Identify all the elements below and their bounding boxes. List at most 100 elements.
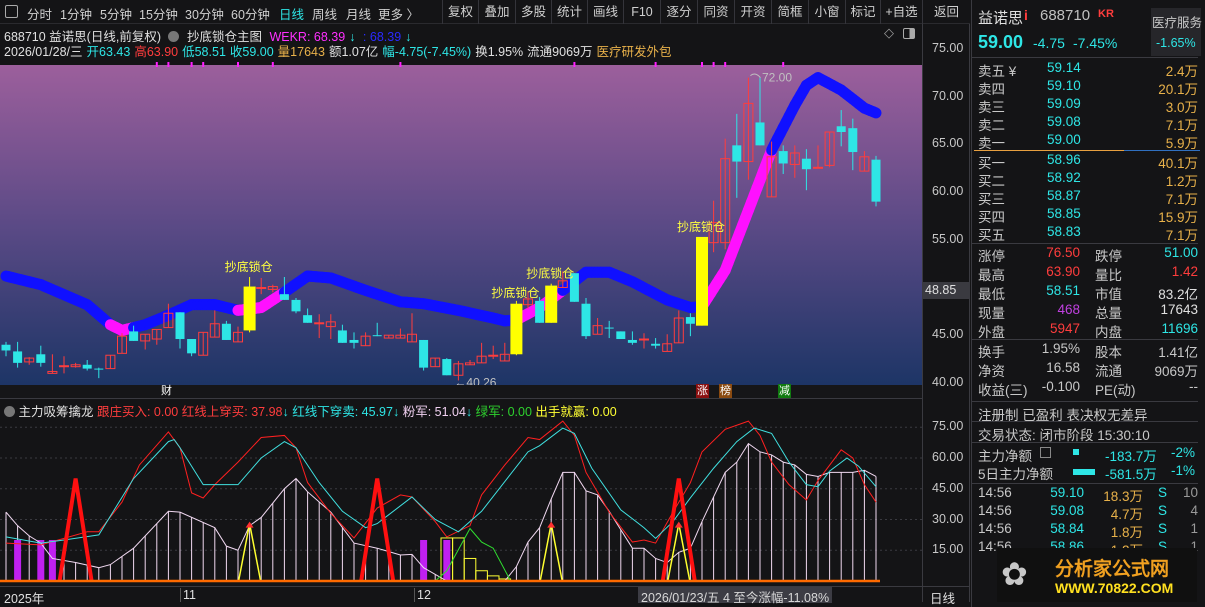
- info-icon[interactable]: i: [1024, 7, 1028, 23]
- toolbar-button[interactable]: 小窗: [808, 0, 845, 24]
- toolbar-button[interactable]: 画线: [587, 0, 623, 24]
- top-marker: [782, 62, 785, 67]
- purple-bar: [14, 540, 22, 581]
- flow5-pct: -1%: [1171, 463, 1196, 478]
- top-marker: [155, 62, 158, 67]
- sector-tag[interactable]: 医疗研发外包: [596, 45, 671, 59]
- period-30min[interactable]: 30分钟: [185, 4, 224, 23]
- candle-body: [488, 354, 499, 357]
- ask-volume: 7.1万: [1165, 118, 1198, 133]
- toolbar-button[interactable]: 简框: [771, 0, 808, 24]
- toolbar-button[interactable]: F10: [623, 0, 660, 24]
- indicator-chart[interactable]: [0, 416, 922, 586]
- turnover-value: 换1.95%: [475, 45, 524, 59]
- sidebar-toggle-icon[interactable]: [5, 5, 18, 18]
- top-marker: [237, 62, 239, 67]
- indicator-axis-label: 60.00: [932, 450, 964, 464]
- period-label[interactable]: 日线: [930, 588, 955, 607]
- tick-side: S: [1158, 521, 1168, 536]
- toolbar-button[interactable]: 复权: [442, 0, 478, 24]
- divider: [974, 150, 1124, 151]
- candle-body: [871, 159, 881, 202]
- yellow-step: [452, 537, 465, 582]
- candle-body: [36, 354, 46, 363]
- toolbar-button[interactable]: 叠加: [478, 0, 515, 24]
- signal-label: 抄底锁仓: [491, 285, 539, 300]
- bid-row[interactable]: 买三 58.87 7.1万: [972, 188, 1198, 207]
- flow5-label: 5日主力净额: [978, 467, 1054, 482]
- toolbar-button[interactable]: 标记: [845, 0, 880, 24]
- tick-price: 58.84: [1050, 521, 1084, 536]
- bid-price: 58.87: [1047, 188, 1081, 203]
- flow-bar: [1073, 469, 1095, 475]
- signal-candle: [696, 236, 708, 326]
- current-price-tag: 48.85: [922, 282, 970, 299]
- logo-url: WWW.70822.COM: [1055, 580, 1174, 596]
- candle-body: [685, 317, 695, 324]
- toolbar-button[interactable]: 多股: [515, 0, 551, 24]
- toolbar-button[interactable]: 逐分: [660, 0, 697, 24]
- ask-row[interactable]: 卖一 59.00 5.9万: [972, 132, 1198, 151]
- stat-value: 1.95%: [1041, 341, 1080, 356]
- period-monthly[interactable]: 月线: [346, 4, 371, 23]
- divider: [972, 483, 1198, 484]
- top-marker: [573, 62, 576, 67]
- period-more[interactable]: 更多 〉: [378, 4, 419, 23]
- marker-financial[interactable]: 财: [160, 384, 173, 398]
- axis-month-12: 12: [414, 588, 431, 602]
- trend-line-segment: [867, 106, 882, 119]
- stat-value: --: [1189, 379, 1198, 394]
- ask-volume: 5.9万: [1165, 136, 1198, 151]
- toolbar-button[interactable]: 开资: [734, 0, 771, 24]
- stat-value: 1.42: [1171, 264, 1198, 279]
- stat-value: 11696: [1161, 321, 1198, 336]
- bid-row[interactable]: 买一 58.96 40.1万: [972, 152, 1198, 171]
- period-15min[interactable]: 15分钟: [139, 4, 178, 23]
- red-arrow-icon: [245, 521, 254, 528]
- candle-body: [801, 158, 811, 170]
- tick-count: 10: [1182, 485, 1198, 500]
- stat-label: 流通: [1095, 364, 1122, 379]
- candlestick-chart[interactable]: 抄底锁仓抄底锁仓抄底锁仓抄底锁仓72.00←40.26: [0, 62, 922, 398]
- toolbar-button[interactable]: 返回: [922, 0, 970, 24]
- bid-row[interactable]: 买四 58.85 15.9万: [972, 206, 1198, 225]
- marker-reduce[interactable]: 减: [778, 384, 791, 398]
- candle-body: [627, 339, 637, 343]
- ask-row[interactable]: 卖三 59.09 3.0万: [972, 96, 1198, 115]
- marker-billboard[interactable]: 榜: [719, 384, 732, 398]
- bid-row[interactable]: 买二 58.92 1.2万: [972, 170, 1198, 189]
- stock-name: 益诺思: [978, 10, 1024, 27]
- marker-limit-up[interactable]: 涨: [696, 384, 709, 398]
- period-5min[interactable]: 5分钟: [100, 4, 132, 23]
- period-60min[interactable]: 60分钟: [231, 4, 270, 23]
- candle-body: [221, 323, 231, 340]
- period-1min[interactable]: 1分钟: [60, 4, 92, 23]
- stat-value: 16.58: [1046, 360, 1080, 375]
- bid-label: 买三: [978, 192, 1005, 207]
- stat-label: 收益(三): [978, 383, 1028, 398]
- period-fenshi[interactable]: 分时: [27, 4, 52, 23]
- ask-row[interactable]: 卖五 ¥ 59.14 2.4万: [972, 60, 1198, 79]
- ask-volume: 20.1万: [1158, 82, 1198, 97]
- toolbar-button[interactable]: +自选: [880, 0, 922, 24]
- stat-value: 5947: [1049, 321, 1080, 336]
- panel-toggle-icon[interactable]: [903, 28, 915, 39]
- ask-row[interactable]: 卖二 59.08 7.1万: [972, 114, 1198, 133]
- candle: [419, 339, 429, 371]
- toolbar-button[interactable]: 统计: [551, 0, 587, 24]
- ask-row[interactable]: 卖四 59.10 20.1万: [972, 78, 1198, 97]
- candle: [616, 331, 626, 340]
- stat-label: 最低: [978, 287, 1005, 302]
- signal-candle: [545, 283, 558, 323]
- high-price-label: 72.00: [762, 71, 792, 85]
- bid-row[interactable]: 买五 58.83 7.1万: [972, 224, 1198, 243]
- diamond-icon[interactable]: ◇: [884, 25, 894, 41]
- period-weekly[interactable]: 周线: [312, 4, 337, 23]
- detail-icon[interactable]: [1040, 447, 1051, 458]
- purple-bar: [420, 540, 428, 581]
- toolbar-button[interactable]: 同资: [697, 0, 734, 24]
- candle-body: [419, 339, 429, 368]
- period-daily[interactable]: 日线: [279, 4, 304, 23]
- sector-box[interactable]: 医疗服务 -1.65%: [1151, 8, 1202, 56]
- tick-side: S: [1158, 485, 1168, 500]
